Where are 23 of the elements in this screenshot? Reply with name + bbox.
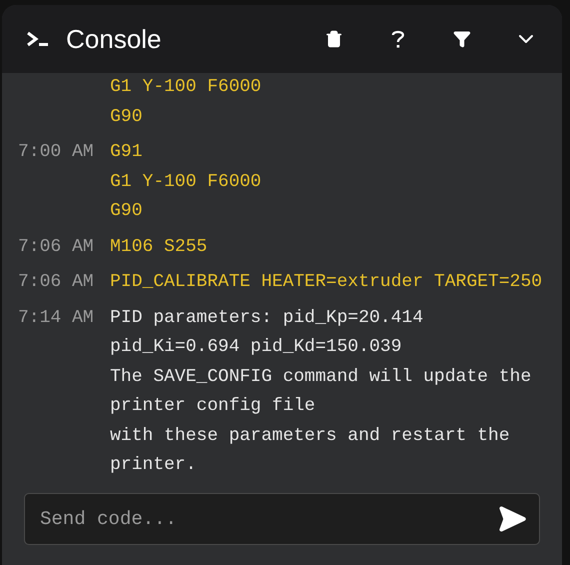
timestamp: 7:14 AM (18, 308, 94, 328)
timestamp: 7:06 AM (18, 236, 94, 256)
console-line: G91 (110, 141, 144, 164)
console-line: G90 (110, 106, 144, 128)
filter-icon (453, 30, 471, 48)
console-line: G90 (110, 200, 144, 223)
console-line: M106 S255 (110, 236, 208, 258)
console-line: PID parameters: pid_Kp=20.414 (110, 306, 424, 330)
trash-icon (325, 30, 343, 48)
console-line: printer config file (110, 395, 316, 418)
panel-title: Console (66, 22, 162, 56)
send-icon (497, 504, 527, 534)
send-code-field[interactable]: Send code... (24, 493, 540, 545)
console-line: printer. (110, 454, 198, 477)
console-line: pid_Ki=0.694 pid_Kd=150.039 (110, 336, 403, 359)
console-line: G1 Y-100 F6000 (110, 170, 262, 194)
console-line: with these parameters and restart the (110, 424, 511, 448)
timestamp: 7:06 AM (18, 272, 94, 292)
timestamp: 7:00 AM (18, 142, 94, 162)
console-line: The SAVE_CONFIG command will update the (110, 366, 532, 388)
console-line: G1 Y-100 F6000 (110, 76, 262, 99)
console-line: PID_CALIBRATE HEATER=extruder TARGET=250 (110, 271, 542, 294)
help-icon (391, 29, 405, 49)
